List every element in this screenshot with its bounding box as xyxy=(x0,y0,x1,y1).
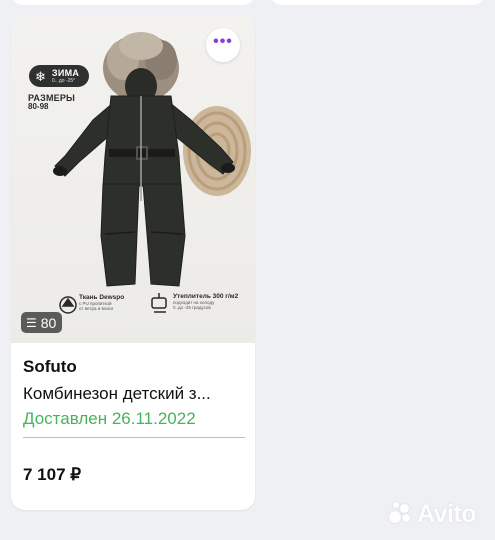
delivery-status: Доставлен 26.11.2022 xyxy=(23,409,196,428)
season-temp: 0.. до -25° xyxy=(51,77,76,84)
photo-stack-icon: ☰ xyxy=(26,315,37,330)
insulation-feature: Утеплитель 300 г/м2 подходит на холоду 0… xyxy=(173,293,238,310)
photo-count: 80 xyxy=(40,314,57,331)
card-divider xyxy=(23,437,245,438)
previous-card-edge-right xyxy=(270,0,485,5)
listing-price: 7 107 ₽ xyxy=(23,465,82,484)
season-label: ЗИМА xyxy=(51,67,80,78)
listing-title[interactable]: Комбинезон детский з... xyxy=(23,384,249,404)
snowflake-icon: ❄ xyxy=(35,68,46,84)
avito-watermark: Avito xyxy=(389,499,477,528)
avito-logo-icon xyxy=(389,502,413,526)
fabric-note-2: от ветра и влаги xyxy=(79,305,114,311)
insulation-note-2: 0..до -25 градусов xyxy=(173,304,211,310)
sizes-info: РАЗМЕРЫ 80-98 xyxy=(28,93,75,112)
photo-count-badge: ☰ 80 xyxy=(21,312,63,333)
listing-photo[interactable]: ❄ ЗИМА 0.. до -25° РАЗМЕРЫ 80-98 Ткань D… xyxy=(11,16,255,343)
suit-belt xyxy=(109,149,175,157)
sizes-range: 80-98 xyxy=(28,102,49,112)
season-badge: ❄ ЗИМА 0.. до -25° xyxy=(29,65,90,87)
more-horizontal-icon: ••• xyxy=(213,33,233,50)
fabric-feature: Ткань Dewspo с PU пропиткой от ветра и в… xyxy=(79,294,124,311)
previous-card-edge xyxy=(11,0,255,5)
listing-brand[interactable]: Sofuto xyxy=(23,357,77,377)
more-options-button[interactable]: ••• xyxy=(206,28,240,62)
insulation-icon xyxy=(151,293,167,313)
listing-card[interactable]: ❄ ЗИМА 0.. до -25° РАЗМЕРЫ 80-98 Ткань D… xyxy=(11,16,255,510)
avito-logo-text: Avito xyxy=(417,499,477,528)
fur-hood xyxy=(103,32,179,104)
fabric-icon xyxy=(59,296,77,314)
